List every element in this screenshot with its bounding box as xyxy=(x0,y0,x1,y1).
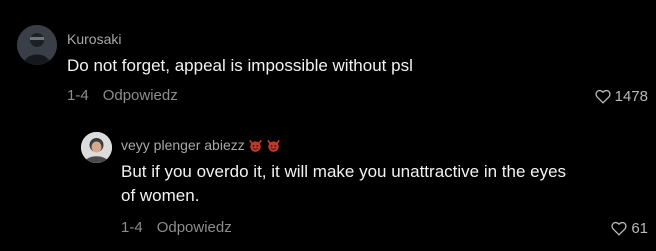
avatar[interactable] xyxy=(81,132,112,163)
smiling-imp-icon xyxy=(249,139,262,152)
reply-item: veyy plenger abiezz But if you overdo it… xyxy=(0,125,656,251)
comment-item: Kurosaki Do not forget, appeal is imposs… xyxy=(0,0,656,125)
reply-meta: 1-4 Odpowiedz xyxy=(121,219,232,236)
smiling-imp-icon xyxy=(267,139,280,152)
like-count: 1478 xyxy=(614,88,648,105)
comment-username[interactable]: Kurosaki xyxy=(67,31,121,47)
reply-text: But if you overdo it, it will make you u… xyxy=(121,162,567,205)
like-button[interactable]: 1478 xyxy=(595,88,648,105)
comment-text: Do not forget, appeal is impossible with… xyxy=(67,56,413,75)
reply-username-text: veyy plenger abiezz xyxy=(121,137,245,153)
reply-button[interactable]: Odpowiedz xyxy=(103,87,178,104)
heart-icon xyxy=(595,89,611,104)
reply-date: 1-4 xyxy=(121,219,143,236)
comment-meta: 1-4 Odpowiedz xyxy=(67,87,178,104)
reply-button[interactable]: Odpowiedz xyxy=(157,219,232,236)
reply-username[interactable]: veyy plenger abiezz xyxy=(121,137,281,153)
avatar-image xyxy=(81,132,112,163)
comment-date: 1-4 xyxy=(67,87,89,104)
like-count: 61 xyxy=(631,220,648,237)
heart-icon xyxy=(611,221,627,236)
like-button[interactable]: 61 xyxy=(611,220,648,237)
avatar-image xyxy=(17,25,57,65)
avatar[interactable] xyxy=(17,25,57,65)
